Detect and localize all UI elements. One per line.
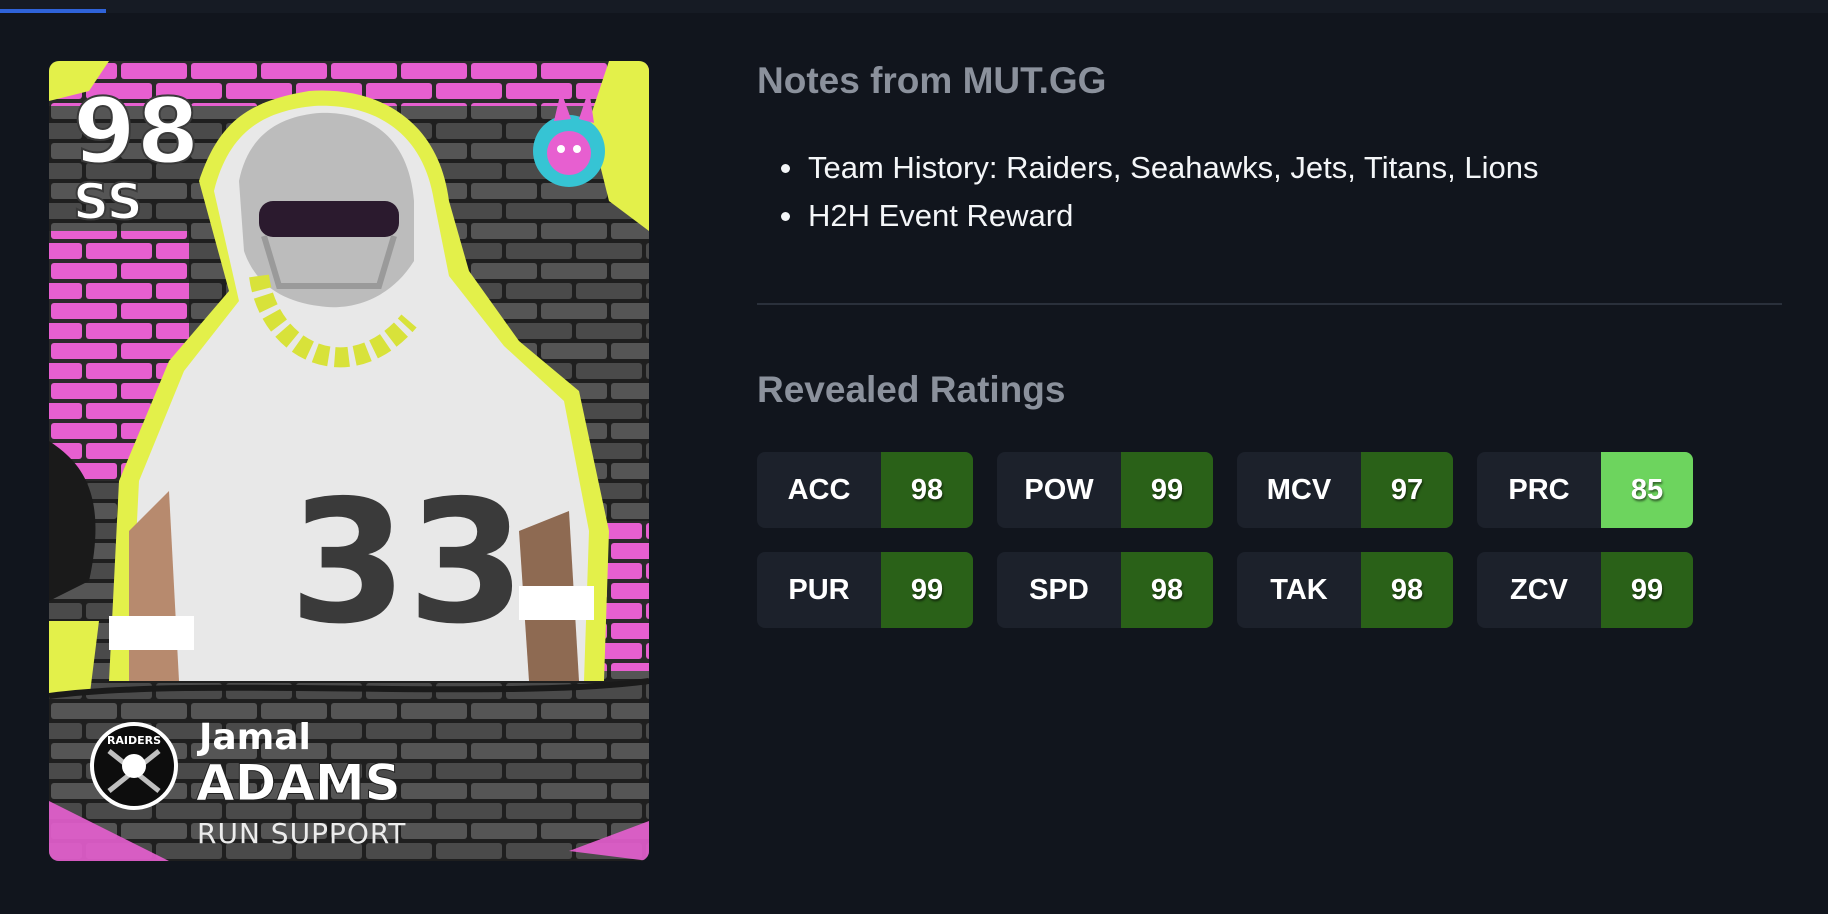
rating-tile-prc[interactable]: PRC 85 — [1477, 452, 1693, 528]
rating-tile-pow[interactable]: POW 99 — [997, 452, 1213, 528]
rating-value: 97 — [1361, 452, 1453, 528]
rating-value: 99 — [1601, 552, 1693, 628]
svg-text:33: 33 — [289, 464, 526, 662]
rating-label: SPD — [1029, 573, 1089, 606]
section-divider — [757, 303, 1782, 305]
rating-label: ACC — [787, 473, 851, 506]
team-logo-text: RAIDERS — [107, 734, 161, 747]
rating-value: 99 — [1121, 452, 1213, 528]
rating-label: PUR — [788, 573, 850, 606]
rating-label: MCV — [1266, 473, 1332, 506]
rating-value: 98 — [1361, 552, 1453, 628]
rating-value: 98 — [1121, 552, 1213, 628]
note-item: Team History: Raiders, Seahawks, Jets, T… — [781, 146, 1539, 194]
rating-value: 98 — [881, 452, 973, 528]
player-card[interactable]: 33 RAIDERS 98 SS Jamal ADAMS RUN SUPPORT — [49, 61, 649, 861]
card-overall-rating: 98 — [72, 78, 201, 185]
card-last-name: ADAMS — [196, 754, 402, 813]
rating-tile-zcv[interactable]: ZCV 99 — [1477, 552, 1693, 628]
note-item: H2H Event Reward — [781, 194, 1539, 242]
rating-value: 99 — [881, 552, 973, 628]
rating-tile-tak[interactable]: TAK 98 — [1237, 552, 1453, 628]
top-bar — [0, 0, 1828, 13]
notes-list: Team History: Raiders, Seahawks, Jets, T… — [781, 146, 1539, 242]
rating-tile-spd[interactable]: SPD 98 — [997, 552, 1213, 628]
ratings-grid: ACC 98 POW 99 MCV 97 PRC 85 PUR 99 SPD 9… — [757, 452, 1697, 628]
card-first-name: Jamal — [199, 717, 311, 758]
rating-label: PRC — [1508, 473, 1570, 506]
rating-label: ZCV — [1510, 573, 1568, 606]
card-position: SS — [72, 172, 144, 232]
rating-label: TAK — [1270, 573, 1328, 606]
rating-tile-pur[interactable]: PUR 99 — [757, 552, 973, 628]
rating-tile-acc[interactable]: ACC 98 — [757, 452, 973, 528]
rating-label: POW — [1024, 473, 1094, 506]
rating-value: 85 — [1601, 452, 1693, 528]
notes-title: Notes from MUT.GG — [757, 60, 1107, 101]
page-progress-bar — [0, 9, 107, 13]
rating-tile-mcv[interactable]: MCV 97 — [1237, 452, 1453, 528]
card-archetype: RUN SUPPORT — [197, 817, 407, 850]
ratings-title: Revealed Ratings — [757, 369, 1066, 410]
